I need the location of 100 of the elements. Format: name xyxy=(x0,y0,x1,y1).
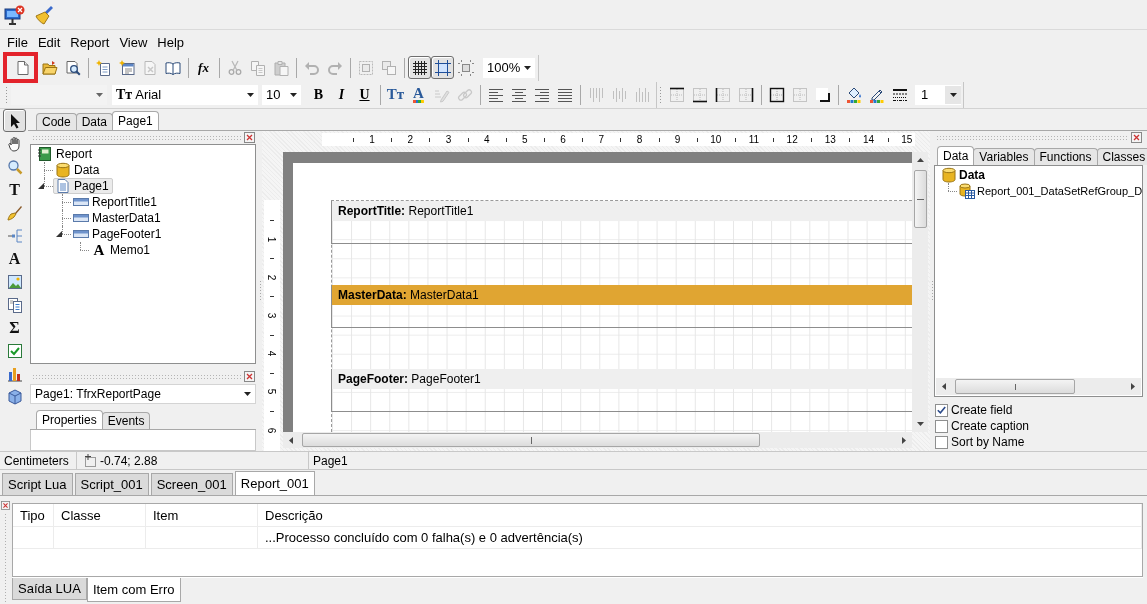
tab[interactable]: Script Lua xyxy=(2,473,73,495)
tree-item[interactable]: ReportTitle1 xyxy=(71,194,161,210)
tool-button[interactable] xyxy=(3,109,26,132)
tree-item[interactable]: MasterData1 xyxy=(71,210,165,226)
close-icon[interactable] xyxy=(1131,132,1142,143)
bar-chart-icon xyxy=(6,365,23,382)
menu-item[interactable]: Edit xyxy=(32,34,66,51)
tree-item[interactable]: Page1 xyxy=(53,178,113,194)
menu-item[interactable]: Help xyxy=(152,34,190,51)
right-arrow-icon[interactable] xyxy=(1131,383,1135,390)
tree-item[interactable]: Report_001_DataSetRefGroup_D xyxy=(957,183,1142,199)
band-header: PageFooter: PageFooter1 xyxy=(332,369,912,389)
frame-bottom-icon xyxy=(691,86,708,103)
left-arrow-icon[interactable] xyxy=(289,436,293,444)
ruler-label: 5 xyxy=(266,389,278,395)
column-header[interactable]: Descrição xyxy=(258,504,1142,526)
close-icon[interactable] xyxy=(244,132,255,143)
menu-item[interactable]: File xyxy=(2,34,33,51)
menu-item[interactable]: View xyxy=(114,34,153,51)
left-arrow-icon[interactable] xyxy=(942,383,946,390)
down-arrow-icon[interactable] xyxy=(916,422,924,426)
scroll-thumb[interactable] xyxy=(913,170,927,228)
tab[interactable]: Code xyxy=(36,113,77,130)
font-size-dropdown[interactable]: 10 xyxy=(262,84,301,105)
broom-icon[interactable] xyxy=(34,4,55,25)
ruler-label: 13 xyxy=(824,134,836,145)
tree-item[interactable]: Data xyxy=(939,167,987,183)
tab[interactable]: Data xyxy=(937,146,975,165)
ruler-label: 11 xyxy=(748,134,760,145)
close-icon[interactable] xyxy=(244,370,255,382)
toolbar-button[interactable]: fx xyxy=(192,56,215,79)
tab[interactable]: Functions xyxy=(1033,148,1098,165)
tree-item[interactable]: A Memo1 xyxy=(89,242,154,258)
tab[interactable]: Saída LUA xyxy=(12,578,87,600)
menu-item[interactable]: Report xyxy=(65,34,115,51)
toolbar-button[interactable] xyxy=(431,56,454,79)
vertical-scrollbar[interactable] xyxy=(912,152,928,432)
text-icon: A xyxy=(91,243,107,257)
horizontal-scrollbar[interactable] xyxy=(283,432,912,448)
toolbar-button[interactable]: A xyxy=(407,83,430,106)
column-header[interactable]: Item xyxy=(146,504,258,526)
tab[interactable]: Item com Erro xyxy=(86,578,181,602)
checkbox[interactable] xyxy=(935,435,948,449)
ruler-label: 7 xyxy=(598,134,604,145)
toolbar-button[interactable]: U xyxy=(353,83,376,106)
database-icon xyxy=(941,167,957,183)
tab[interactable]: Events xyxy=(101,412,151,429)
font-dropdown[interactable]: Tт Arial xyxy=(112,84,258,105)
tab[interactable]: Data xyxy=(75,113,114,130)
toolbar-button[interactable]: Tт xyxy=(384,83,407,106)
tab[interactable]: Page1 xyxy=(112,111,159,130)
toolbar-button[interactable]: I xyxy=(330,83,353,106)
caret-icon xyxy=(949,92,957,97)
caret-icon xyxy=(244,392,251,396)
up-arrow-icon[interactable] xyxy=(916,158,924,162)
caret-icon xyxy=(96,92,103,97)
toolbar-button[interactable] xyxy=(408,56,431,79)
frame-all-icon xyxy=(768,86,785,103)
tool-button[interactable]: A xyxy=(3,247,26,270)
expand-triangle-icon[interactable] xyxy=(56,231,62,237)
tree-item[interactable]: Report xyxy=(35,146,97,162)
zoom-dropdown[interactable]: 100% xyxy=(483,57,535,78)
cube-icon xyxy=(6,388,23,405)
ruler-label: 10 xyxy=(710,134,722,145)
tab[interactable]: Script_001 xyxy=(74,473,149,495)
font-icon: Tт xyxy=(116,86,133,103)
tab[interactable]: Report_001 xyxy=(234,471,315,495)
right-arrow-icon[interactable] xyxy=(902,436,906,444)
report-band[interactable]: ReportTitle: ReportTitle1 xyxy=(331,201,912,244)
report-band[interactable]: MasterData: MasterData1 xyxy=(331,285,912,328)
caret-icon xyxy=(290,92,297,97)
align-center-icon xyxy=(510,86,527,103)
tree-item[interactable]: PageFooter1 xyxy=(71,226,166,242)
magnifier-page-icon xyxy=(64,59,81,76)
toolbar-button[interactable]: B xyxy=(307,83,330,106)
object-dropdown[interactable]: Page1: TfrxReportPage xyxy=(30,384,256,404)
expand-triangle-icon[interactable] xyxy=(38,183,44,189)
column-header[interactable]: Classe xyxy=(54,504,146,526)
tab[interactable]: Variables xyxy=(973,148,1035,165)
report-band[interactable]: PageFooter: PageFooter1 xyxy=(331,369,912,412)
close-icon[interactable] xyxy=(1,501,10,510)
tab[interactable]: Properties xyxy=(36,410,103,429)
checkbox[interactable] xyxy=(935,403,948,417)
ruler-label: 4 xyxy=(266,350,278,357)
redo-icon xyxy=(326,59,343,76)
column-header[interactable]: Tipo xyxy=(13,504,54,526)
scroll-thumb[interactable] xyxy=(302,433,760,447)
checkbox[interactable] xyxy=(935,419,948,433)
tab[interactable]: Classes xyxy=(1096,148,1147,165)
status-text: Page1 xyxy=(312,452,348,469)
horizontal-scrollbar[interactable] xyxy=(936,378,1141,395)
tool-button[interactable]: T xyxy=(3,178,26,201)
tree-item[interactable]: Data xyxy=(53,162,104,178)
line-width-dropdown[interactable]: 1 xyxy=(915,84,961,105)
checkbox-icon xyxy=(6,342,23,359)
monitor-icon[interactable] xyxy=(4,4,25,25)
scroll-thumb[interactable] xyxy=(955,379,1075,394)
tab[interactable]: Screen_001 xyxy=(150,473,233,495)
copy-icon xyxy=(249,59,266,76)
tool-button[interactable]: Σ xyxy=(3,316,26,339)
